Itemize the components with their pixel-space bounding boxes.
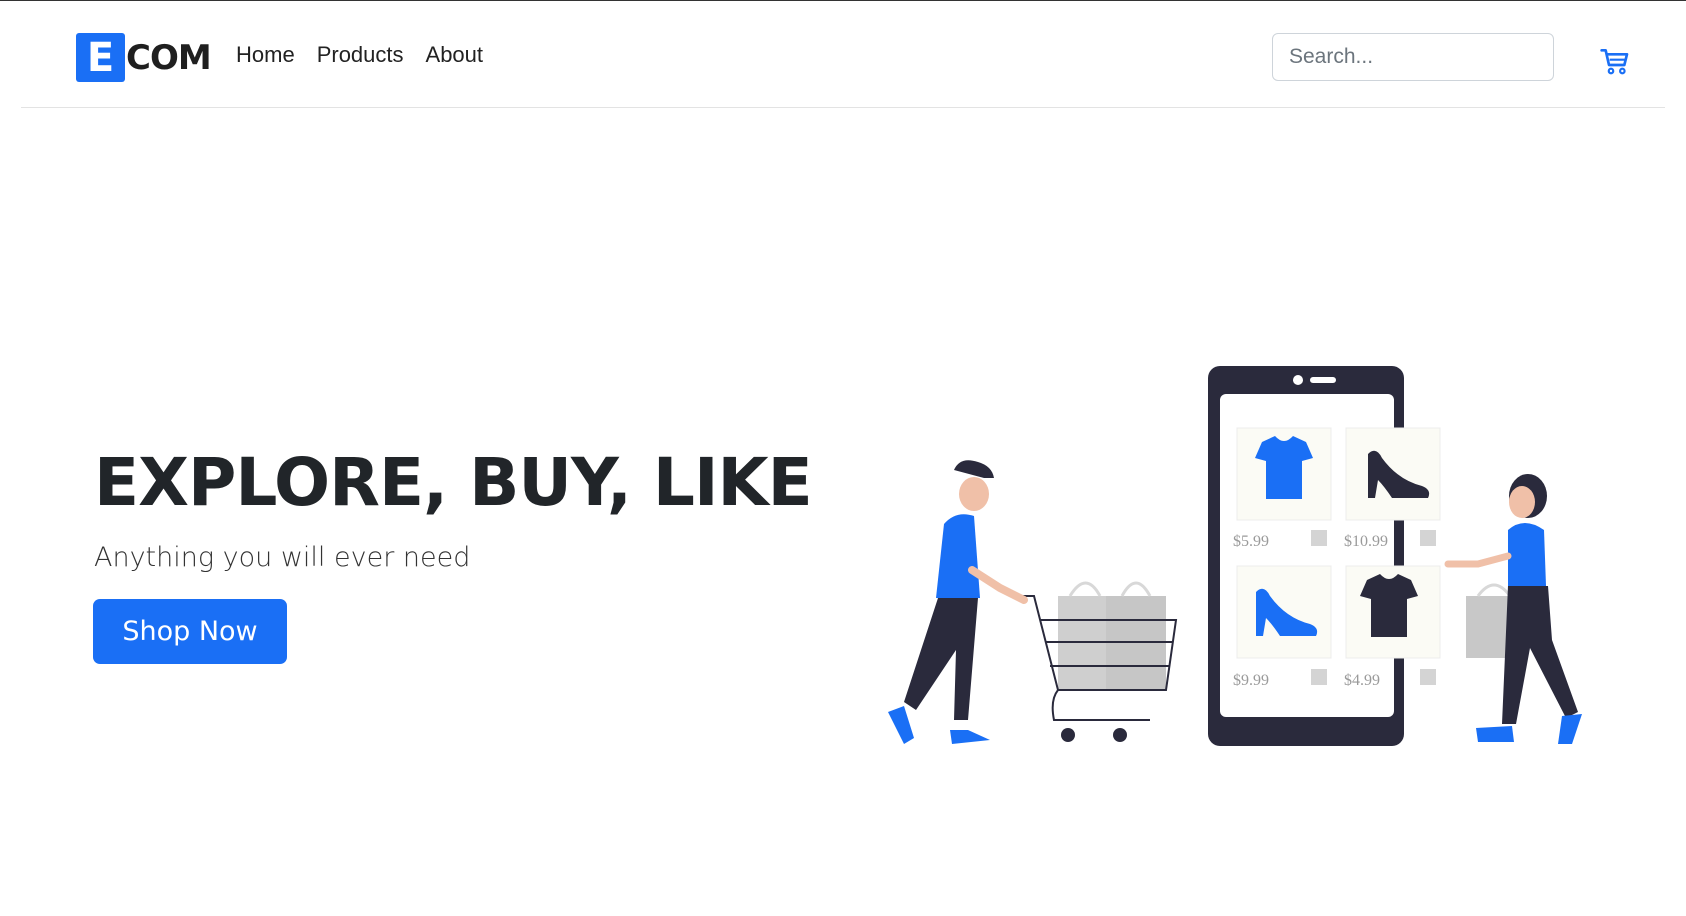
- product-price: $9.99: [1233, 672, 1269, 689]
- bag-icon: [1311, 669, 1327, 685]
- search-input[interactable]: [1272, 33, 1554, 81]
- nav-products[interactable]: Products: [317, 42, 404, 68]
- product-price: $10.99: [1344, 533, 1388, 550]
- navbar: E COM Home Products About: [21, 0, 1665, 108]
- nav-links: Home Products About: [236, 42, 483, 68]
- brand-name: COM: [126, 37, 212, 78]
- product-price: $4.99: [1344, 672, 1380, 689]
- shopping-illustration: $5.99 $10.99 $9.99 $4.99: [888, 366, 1582, 746]
- woman-figure: [1444, 474, 1582, 744]
- nav-home[interactable]: Home: [236, 42, 295, 68]
- cart-icon[interactable]: [1599, 45, 1631, 77]
- hero-title: EXPLORE, BUY, LIKE: [94, 444, 813, 521]
- shopping-cart-figure: [1022, 581, 1178, 742]
- bag-icon: [1311, 530, 1327, 546]
- brand-logo[interactable]: E COM: [76, 33, 212, 82]
- shop-now-button[interactable]: Shop Now: [93, 599, 287, 664]
- nav-about[interactable]: About: [426, 42, 484, 68]
- phone-mockup: [1208, 366, 1404, 746]
- brand-letter: E: [76, 33, 125, 82]
- bag-icon: [1420, 530, 1436, 546]
- product-price: $5.99: [1233, 533, 1269, 550]
- man-figure: [888, 460, 1028, 744]
- hero-subtitle: Anything you will ever need: [94, 542, 471, 573]
- bag-icon: [1420, 669, 1436, 685]
